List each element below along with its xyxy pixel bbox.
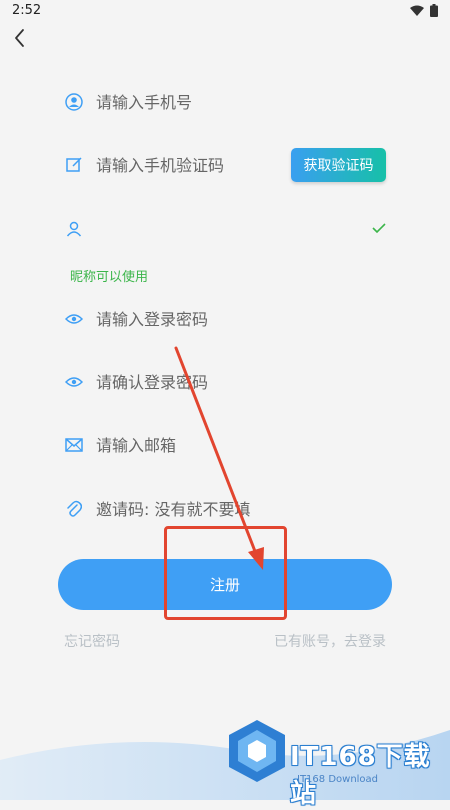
check-icon bbox=[372, 223, 386, 234]
back-chevron-icon[interactable] bbox=[8, 26, 32, 50]
annotation-highlight-box bbox=[164, 526, 287, 620]
email-input[interactable] bbox=[96, 435, 336, 455]
invite-code-input[interactable] bbox=[96, 499, 336, 519]
go-login-link[interactable]: 已有账号，去登录 bbox=[274, 631, 386, 651]
nickname-status: 昵称可以使用 bbox=[70, 270, 149, 285]
edit-icon bbox=[64, 155, 84, 175]
eye-icon[interactable] bbox=[64, 372, 84, 392]
invite-row bbox=[64, 489, 394, 529]
nickname-input[interactable] bbox=[96, 219, 336, 239]
password-row bbox=[64, 299, 394, 339]
mail-icon bbox=[64, 435, 84, 455]
forgot-password-link[interactable]: 忘记密码 bbox=[64, 631, 120, 651]
get-code-button[interactable]: 获取验证码 bbox=[291, 148, 386, 182]
watermark-text: IT168下载站 bbox=[290, 742, 431, 809]
eye-icon[interactable] bbox=[64, 309, 84, 329]
battery-icon bbox=[430, 4, 438, 17]
phone-input[interactable] bbox=[96, 92, 336, 112]
user-circle-icon bbox=[64, 92, 84, 112]
status-bar: 2:52 bbox=[0, 0, 450, 22]
password-input[interactable] bbox=[96, 309, 336, 329]
paperclip-icon bbox=[64, 499, 84, 519]
nickname-row bbox=[64, 209, 394, 249]
email-row bbox=[64, 425, 394, 465]
watermark-logo-icon bbox=[229, 720, 285, 782]
wifi-icon bbox=[410, 5, 424, 16]
phone-row bbox=[64, 82, 394, 122]
user-icon bbox=[64, 219, 84, 239]
confirm-password-row bbox=[64, 362, 394, 402]
status-icons bbox=[410, 4, 438, 17]
status-time: 2:52 bbox=[12, 3, 42, 18]
confirm-password-input[interactable] bbox=[96, 372, 336, 392]
watermark-subtext: IT168 Download bbox=[297, 774, 379, 785]
sms-code-input[interactable] bbox=[96, 155, 266, 175]
